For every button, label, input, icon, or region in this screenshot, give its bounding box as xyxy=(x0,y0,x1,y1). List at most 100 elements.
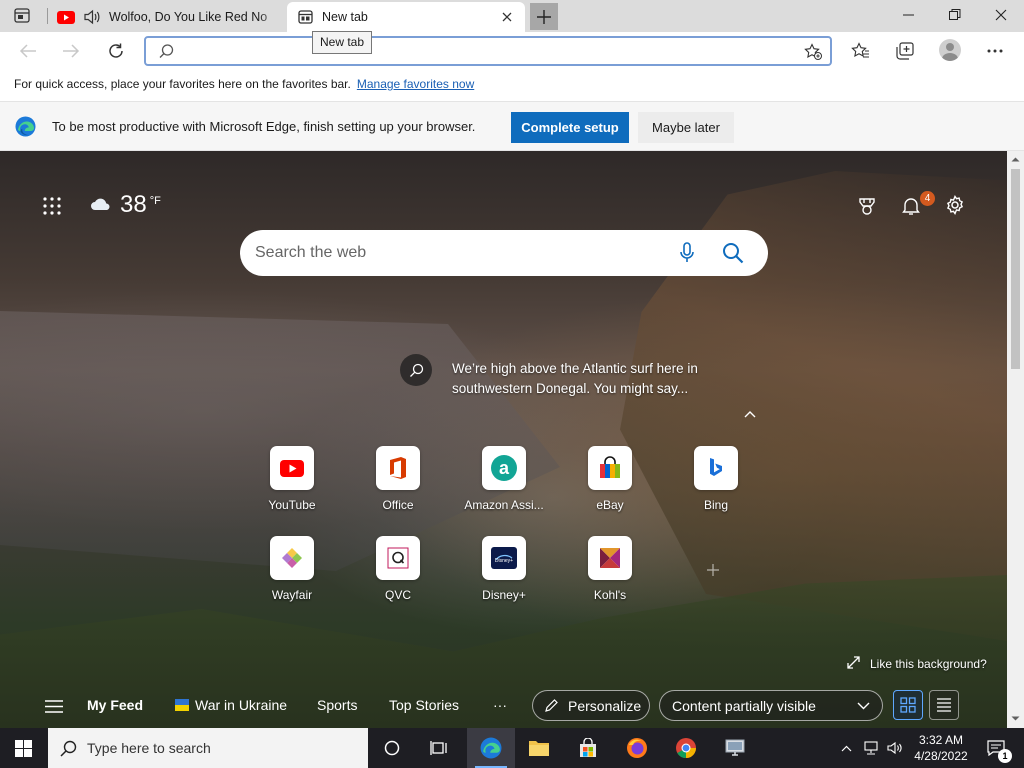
add-quick-link-icon[interactable] xyxy=(706,563,720,580)
app-launcher-icon[interactable] xyxy=(43,197,61,215)
ukraine-flag-icon xyxy=(175,699,189,711)
web-search-input[interactable] xyxy=(255,241,665,265)
chevron-up-icon[interactable] xyxy=(744,407,756,421)
quick-link-ebay[interactable]: eBay xyxy=(565,446,655,512)
cortana-icon[interactable] xyxy=(369,728,415,768)
feed-navigation-bar: My Feed War in Ukraine Sports Top Storie… xyxy=(0,687,1007,728)
close-tab-icon[interactable] xyxy=(497,7,517,27)
collections-icon[interactable] xyxy=(891,38,919,64)
speaker-icon[interactable] xyxy=(83,8,101,26)
volume-icon[interactable] xyxy=(884,728,906,768)
windows-taskbar: Type here to search 3:32 AM 4/28/2022 1 xyxy=(0,728,1024,768)
quick-link-kohls[interactable]: Kohl's xyxy=(565,536,655,602)
complete-setup-button[interactable]: Complete setup xyxy=(511,112,629,143)
quick-link-label: eBay xyxy=(596,498,624,512)
favorites-icon[interactable] xyxy=(846,38,874,64)
new-tab-page: 38 °F 4 We’re high above the Atlantic su… xyxy=(0,151,1007,728)
scrollbar-thumb[interactable] xyxy=(1011,169,1020,369)
tab-new-tab[interactable]: New tab xyxy=(287,2,525,32)
clock-date: 4/28/2022 xyxy=(914,749,968,763)
back-button[interactable] xyxy=(14,38,42,64)
feed-tab-war-in-ukraine[interactable]: War in Ukraine xyxy=(175,697,287,713)
remote-desktop-icon[interactable] xyxy=(712,728,758,768)
address-bar[interactable] xyxy=(144,36,832,66)
pencil-icon xyxy=(544,698,559,713)
taskbar-edge-icon[interactable] xyxy=(467,728,515,768)
tab-title: Wolfoo, Do You Like Red No xyxy=(109,10,268,24)
search-submit-icon[interactable] xyxy=(722,242,744,267)
image-search-icon[interactable] xyxy=(400,354,432,386)
manage-favorites-link[interactable]: Manage favorites now xyxy=(357,77,474,91)
quick-link-disney-plus[interactable]: Disney+ Disney+ xyxy=(459,536,549,602)
network-icon[interactable] xyxy=(860,728,882,768)
feed-tab-top-stories[interactable]: Top Stories xyxy=(389,697,459,713)
scroll-down-arrow-icon[interactable] xyxy=(1011,716,1020,722)
notifications-bell-icon[interactable] xyxy=(901,196,921,216)
quick-link-bing[interactable]: Bing xyxy=(671,446,761,512)
content-visibility-select[interactable]: Content partially visible xyxy=(659,690,883,721)
quick-link-label: Bing xyxy=(703,498,729,512)
scroll-up-arrow-icon[interactable] xyxy=(1011,156,1020,162)
like-background-link[interactable]: Like this background? xyxy=(847,656,987,672)
minimize-button[interactable] xyxy=(886,0,932,30)
tab-strip: Wolfoo, Do You Like Red No New tab xyxy=(0,0,1024,32)
list-view-icon[interactable] xyxy=(929,690,959,720)
tab-youtube[interactable]: Wolfoo, Do You Like Red No xyxy=(48,2,284,32)
feed-more-button[interactable]: ··· xyxy=(493,697,507,713)
microsoft-store-icon[interactable] xyxy=(565,728,611,768)
search-icon xyxy=(159,44,174,62)
feed-tab-my-feed[interactable]: My Feed xyxy=(87,697,143,713)
youtube-icon xyxy=(270,446,314,490)
setup-banner: To be most productive with Microsoft Edg… xyxy=(0,101,1024,151)
quick-link-label: QVC xyxy=(384,588,411,602)
microphone-icon[interactable] xyxy=(680,242,694,267)
page-settings-gear-icon[interactable] xyxy=(945,195,965,215)
caption-line-2: southwestern Donegal. You might say... xyxy=(452,381,689,396)
menu-hamburger-icon[interactable] xyxy=(45,700,63,716)
chrome-icon[interactable] xyxy=(663,728,709,768)
maybe-later-button[interactable]: Maybe later xyxy=(638,112,734,143)
edge-logo-icon xyxy=(15,116,36,137)
settings-more-icon[interactable] xyxy=(981,38,1009,64)
tray-chevron-up-icon[interactable] xyxy=(836,728,856,768)
quick-link-qvc[interactable]: QVC xyxy=(353,536,443,602)
quick-link-wayfair[interactable]: Wayfair xyxy=(247,536,337,602)
tab-tooltip: New tab xyxy=(312,31,373,54)
qvc-icon xyxy=(376,536,420,580)
disney-plus-icon: Disney+ xyxy=(482,536,526,580)
rewards-icon[interactable] xyxy=(857,196,877,216)
windows-start-icon[interactable] xyxy=(0,728,46,768)
personalize-button[interactable]: Personalize xyxy=(532,690,650,721)
forward-button[interactable] xyxy=(57,38,85,64)
new-tab-button[interactable] xyxy=(530,3,558,30)
close-window-button[interactable] xyxy=(978,0,1024,30)
kohls-icon xyxy=(588,536,632,580)
firefox-icon[interactable] xyxy=(614,728,660,768)
action-center-icon[interactable]: 1 xyxy=(978,728,1014,768)
background-sea xyxy=(0,311,560,571)
add-favorite-icon[interactable] xyxy=(804,43,822,63)
refresh-button[interactable] xyxy=(102,38,130,64)
feed-tab-sports[interactable]: Sports xyxy=(317,697,357,713)
task-view-icon[interactable] xyxy=(416,728,462,768)
web-search-box[interactable] xyxy=(240,230,768,276)
quick-link-office[interactable]: Office xyxy=(353,446,443,512)
ebay-bag-icon xyxy=(588,446,632,490)
taskbar-search-box[interactable]: Type here to search xyxy=(48,728,368,768)
quick-link-label: Kohl's xyxy=(593,588,627,602)
newtab-page-icon xyxy=(296,8,314,26)
weather-widget[interactable]: 38 °F xyxy=(90,191,161,219)
favorites-bar: For quick access, place your favorites h… xyxy=(0,70,1024,98)
quick-link-youtube[interactable]: YouTube xyxy=(247,446,337,512)
cloud-icon xyxy=(90,197,112,214)
background-caption[interactable]: We’re high above the Atlantic surf here … xyxy=(400,354,742,399)
file-explorer-icon[interactable] xyxy=(516,728,562,768)
tab-actions-icon[interactable] xyxy=(14,8,30,23)
caption-line-1: We’re high above the Atlantic surf here … xyxy=(452,361,698,376)
grid-view-icon[interactable] xyxy=(893,690,923,720)
quick-link-amazon-assistant[interactable]: a Amazon Assi... xyxy=(459,446,549,512)
restore-button[interactable] xyxy=(932,0,978,30)
system-clock[interactable]: 3:32 AM 4/28/2022 xyxy=(909,732,973,764)
profile-avatar[interactable] xyxy=(939,39,961,61)
page-scrollbar[interactable] xyxy=(1007,151,1024,728)
